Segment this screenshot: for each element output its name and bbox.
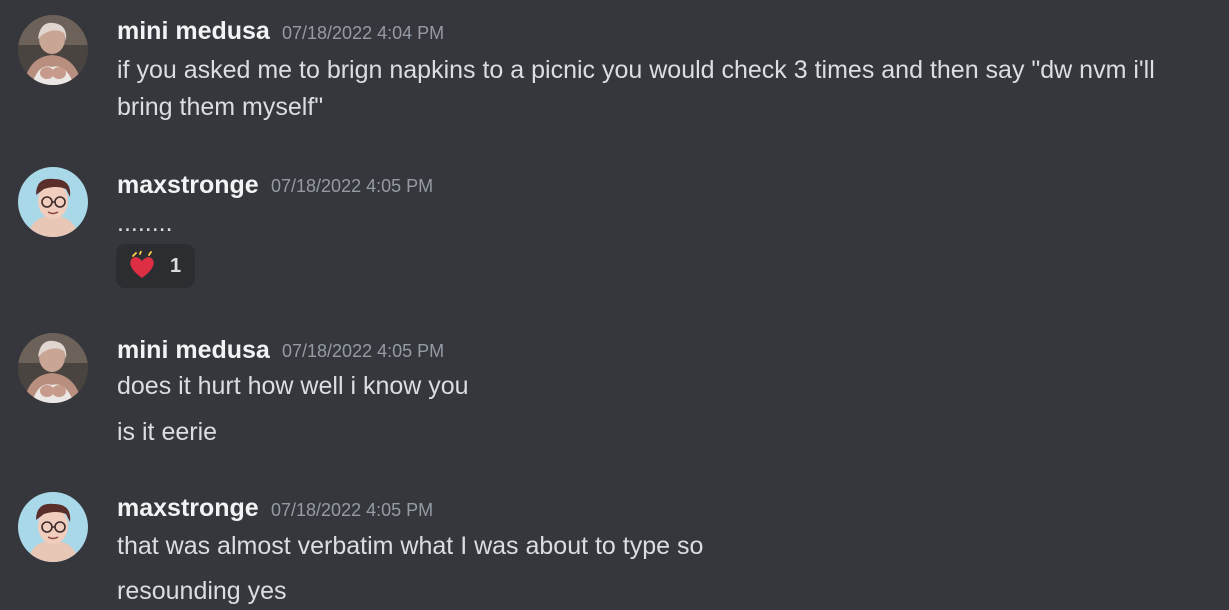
message-timestamp[interactable]: 07/18/2022 4:05 PM [282, 341, 444, 362]
cartoon-avatar-icon [18, 492, 88, 562]
reaction-chip[interactable]: 1 [116, 244, 195, 288]
message-timestamp[interactable]: 07/18/2022 4:05 PM [271, 500, 433, 521]
reaction-count: 1 [170, 254, 182, 277]
message-text: does it hurt how well i know you [117, 372, 469, 400]
username[interactable]: mini medusa [117, 17, 270, 46]
message-text: is it eerie [117, 418, 218, 446]
photo-avatar-icon [18, 15, 88, 85]
photo-avatar-icon [18, 333, 88, 403]
username[interactable]: maxstronge [117, 171, 259, 200]
avatar[interactable] [18, 333, 88, 403]
username[interactable]: maxstronge [117, 494, 259, 523]
message-timestamp[interactable]: 07/18/2022 4:04 PM [282, 23, 444, 44]
avatar[interactable] [18, 15, 88, 85]
message-text: if you asked me to brign napkins to a pi… [117, 56, 1155, 84]
message-text: resounding yes [117, 577, 287, 605]
cartoon-avatar-icon [18, 167, 88, 237]
message-text: ........ [117, 209, 173, 237]
avatar[interactable] [18, 167, 88, 237]
username[interactable]: mini medusa [117, 336, 270, 365]
message-text: bring them myself" [117, 93, 324, 121]
message-timestamp[interactable]: 07/18/2022 4:05 PM [271, 176, 433, 197]
heart-pulse-icon [130, 251, 154, 278]
avatar[interactable] [18, 492, 88, 562]
message-text: that was almost verbatim what I was abou… [117, 532, 704, 560]
